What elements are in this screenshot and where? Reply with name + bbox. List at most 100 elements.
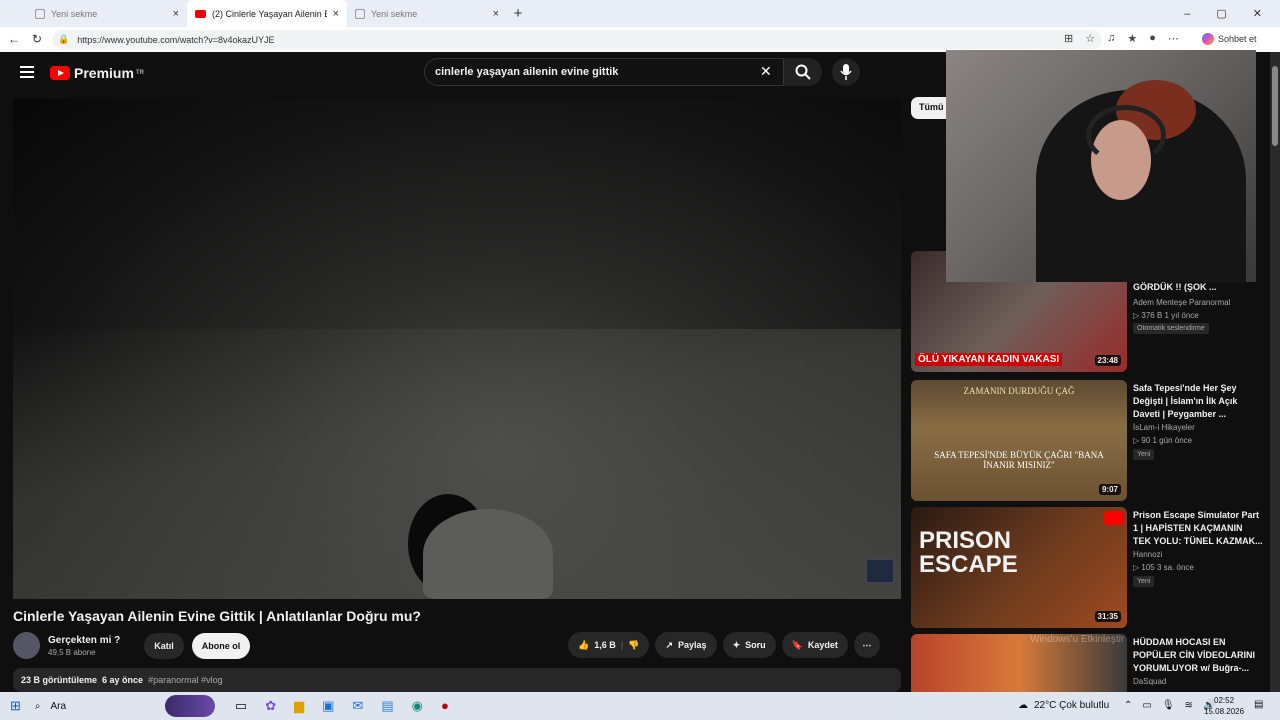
rec-badge: Otomatik seslendirme <box>1133 323 1209 334</box>
duration-badge: 23:48 <box>1094 355 1121 366</box>
rec-meta: ▷ 105 3 sa. önce <box>1133 563 1194 572</box>
rec-channel: Adem Menteşe Paranormal <box>1133 298 1231 307</box>
page-icon <box>355 8 365 19</box>
tab-actions-icon[interactable]: ⌄ <box>0 8 27 19</box>
favorite-icon[interactable]: ☆ <box>1085 32 1095 45</box>
tab-title: Yeni sekme <box>371 8 418 19</box>
youtube-play-icon <box>50 66 70 80</box>
rec-channel: İsLam-i Hikayeler <box>1133 423 1195 432</box>
logo-text: Premium <box>74 65 134 81</box>
tab-3[interactable]: Yeni sekme × <box>347 0 507 27</box>
url-field[interactable]: 🔒 https://www.youtube.com/watch?v=8v4oka… <box>52 30 1102 49</box>
share-button[interactable]: ↗ Paylaş <box>655 632 717 658</box>
copilot-icon[interactable]: ✿ <box>265 698 276 714</box>
sparkle-icon: ✦ <box>732 639 741 650</box>
hashtags[interactable]: #paranormal #vlog <box>148 675 223 685</box>
windows-start-icon[interactable]: ⊞ <box>10 698 21 714</box>
close-icon[interactable]: × <box>333 8 339 20</box>
clock-date: 15.08.2026 <box>1204 707 1245 716</box>
rec-meta: ▷ 90 1 gün önce <box>1133 436 1193 445</box>
bookmark-icon: 🔖 <box>791 639 803 650</box>
chevron-up-icon[interactable]: ⌃ <box>1124 700 1132 711</box>
task-view-icon[interactable]: ▭ <box>235 698 247 714</box>
thumbs-down-icon[interactable]: 👎 <box>628 640 639 651</box>
list-item[interactable]: PRISON ESCAPE 31:35 Prison Escape Simula… <box>911 507 1271 628</box>
voice-search-button[interactable] <box>832 58 860 86</box>
cloud-icon: ☁ <box>1018 700 1028 711</box>
list-item[interactable]: ZAMANIN DURDUĞU ÇAĞ SAFA TEPESİ'NDE BÜYÜ… <box>911 380 1271 501</box>
favorites-icon[interactable]: ★ <box>1127 32 1137 45</box>
divider: | <box>620 640 624 650</box>
search-input[interactable]: cinlerle yaşayan ailenin evine gittik <box>424 58 784 86</box>
avatar[interactable] <box>13 632 40 659</box>
url-text: https://www.youtube.com/watch?v=8v4okazU… <box>77 34 275 45</box>
outlook-icon[interactable]: ✉ <box>352 698 363 714</box>
page-icon <box>35 8 45 19</box>
microphone-icon <box>840 64 852 80</box>
join-label: Katıl <box>154 640 174 651</box>
app-icon[interactable]: ▤ <box>381 698 393 714</box>
webcam-overlay <box>946 50 1256 282</box>
rec-title: HÜDDAM HOCASI EN POPÜLER CİN VİDEOLARINI… <box>1133 637 1256 673</box>
weather-widget[interactable]: ☁ 22°C Çok bulutlu <box>1018 700 1109 711</box>
video-frame-rock <box>423 509 553 599</box>
media-icon[interactable]: ♫ <box>1107 32 1115 45</box>
weather-text: 22°C Çok bulutlu <box>1034 700 1110 711</box>
subscriber-count: 49,5 B abone <box>48 647 96 657</box>
clock[interactable]: 02:52 15.08.2026 <box>1204 695 1244 717</box>
rec-channel: DaSquad <box>1133 677 1167 686</box>
video-actions: 👍 1,6 B | 👎 ↗ Paylaş ✦ Soru 🔖 Kaydet ⋯ <box>568 632 880 658</box>
rec-title: Safa Tepesi'nde Her Şey Değişti | İslam'… <box>1133 383 1238 419</box>
window-close-button[interactable]: ✕ <box>1253 7 1262 20</box>
edge-icon[interactable]: ◉ <box>412 698 423 714</box>
close-icon[interactable]: × <box>493 8 499 20</box>
microphone-icon[interactable]: 🎙 <box>1162 700 1175 711</box>
rec-meta: ▷ 376 B 1 yıl önce <box>1133 311 1199 320</box>
youtube-logo[interactable]: Premium TR <box>50 65 144 81</box>
search-button[interactable] <box>784 58 822 86</box>
store-icon[interactable]: ▣ <box>322 698 334 714</box>
join-button[interactable]: Katıl <box>144 632 184 659</box>
new-tab-button[interactable]: + <box>507 5 529 22</box>
view-count: 23 B görüntüleme <box>21 675 98 685</box>
description-box[interactable]: 23 B görüntüleme 6 ay önce #paranormal #… <box>13 668 901 692</box>
clear-search-icon[interactable]: ✕ <box>760 63 772 80</box>
activation-watermark: Windows'u Etkinleştir <box>1030 634 1125 645</box>
reload-icon[interactable]: ↻ <box>32 32 42 46</box>
profile-icon[interactable]: ● <box>1149 32 1156 45</box>
more-actions-button[interactable]: ⋯ <box>853 632 880 658</box>
share-label: Paylaş <box>678 640 707 650</box>
scrollbar[interactable] <box>1270 52 1280 692</box>
save-button[interactable]: 🔖 Kaydet <box>781 632 848 658</box>
ask-button[interactable]: ✦ Soru <box>722 632 776 658</box>
recorder-icon[interactable]: ● <box>441 698 449 714</box>
network-icon[interactable]: ▭ <box>1142 700 1151 711</box>
logo-region: TR <box>135 70 144 76</box>
copilot-button[interactable]: Sohbet et <box>1202 33 1257 45</box>
copilot-label: Sohbet et <box>1218 34 1257 44</box>
wifi-icon[interactable]: ≋ <box>1185 700 1193 711</box>
like-button[interactable]: 👍 1,6 B | 👎 <box>568 632 650 658</box>
channel-watermark[interactable] <box>866 559 894 583</box>
tab-2[interactable]: (2) Cinlerle Yaşayan Ailenin Evine Gitti… <box>187 0 347 27</box>
lock-icon: 🔒 <box>58 34 70 44</box>
minimize-button[interactable]: – <box>1184 8 1190 20</box>
channel-name[interactable]: Gerçekten mi ? <box>48 635 120 646</box>
file-explorer-icon[interactable]: ▆ <box>294 698 304 714</box>
maximize-button[interactable]: ▢ <box>1216 7 1226 20</box>
scrollbar-thumb[interactable] <box>1272 66 1278 146</box>
thumbnail-header: ZAMANIN DURDUĞU ÇAĞ <box>963 386 1075 396</box>
upload-date: 6 ay önce <box>102 675 144 685</box>
tab-1[interactable]: Yeni sekme × <box>27 0 187 27</box>
more-icon[interactable]: ⋯ <box>1168 32 1179 45</box>
apps-icon[interactable]: ⊞ <box>1064 32 1073 45</box>
back-icon[interactable]: ← <box>8 32 20 46</box>
rec-channel: Hannozi <box>1133 550 1163 559</box>
menu-icon[interactable] <box>20 66 34 78</box>
taskbar-search[interactable]: ⌕ Ara <box>35 695 215 717</box>
video-player[interactable] <box>13 99 901 599</box>
subscribe-button[interactable]: Abone ol <box>191 632 251 659</box>
notification-icon[interactable]: ▤ <box>1254 699 1263 710</box>
close-icon[interactable]: × <box>173 8 179 20</box>
copilot-icon <box>1202 33 1214 45</box>
